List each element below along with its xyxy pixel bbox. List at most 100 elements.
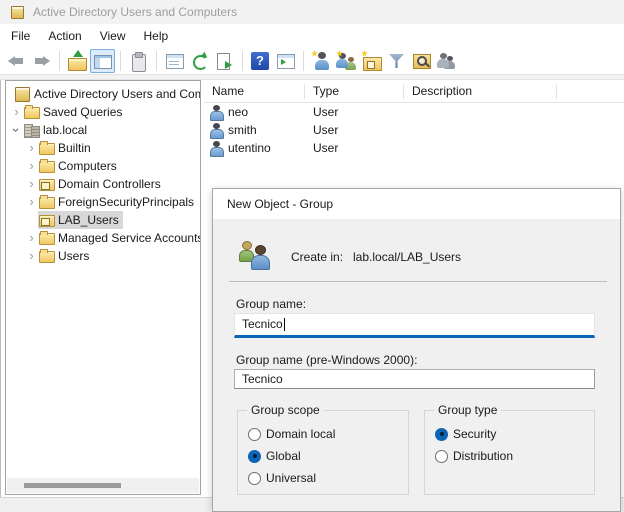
toolbar-button[interactable] xyxy=(212,49,237,73)
pre2000-name-label: Group name (pre-Windows 2000): xyxy=(236,353,417,367)
chevron-icon[interactable] xyxy=(25,230,38,246)
tree-item[interactable]: Active Directory Users and Computers xyxy=(6,85,200,103)
radio-icon[interactable] xyxy=(248,428,261,441)
radio-icon[interactable] xyxy=(435,450,448,463)
aduc-window: Active Directory Users and Computers Fil… xyxy=(0,0,624,512)
chevron-icon[interactable] xyxy=(25,140,38,156)
tree-item-label: Active Directory Users and Computers xyxy=(34,87,200,101)
tree-item-label: Managed Service Accounts xyxy=(58,231,200,245)
tree-item-label: Saved Queries xyxy=(43,105,122,119)
radio-icon[interactable] xyxy=(435,428,448,441)
chevron-icon[interactable] xyxy=(10,104,23,120)
toolbar-button[interactable] xyxy=(409,49,434,73)
group-type-option[interactable]: Distribution xyxy=(435,445,594,467)
window-title: Active Directory Users and Computers xyxy=(33,5,237,19)
group-scope-option[interactable]: Global xyxy=(248,445,408,467)
radio-label: Domain local xyxy=(266,427,335,441)
toolbar-button[interactable] xyxy=(248,49,273,73)
tree-item-icon xyxy=(24,123,39,137)
toolbar-button[interactable] xyxy=(65,49,90,73)
group-type-option[interactable]: Security xyxy=(435,423,594,445)
toolbar-button[interactable] xyxy=(309,49,334,73)
column-header[interactable]: Name xyxy=(204,80,305,103)
group-type-groupbox: Group type Security Distribution xyxy=(424,410,595,495)
menu-bar: File Action View Help xyxy=(0,24,624,48)
chevron-icon[interactable] xyxy=(25,194,38,210)
group-scope-option[interactable]: Universal xyxy=(248,467,408,489)
tree-item[interactable]: Domain Controllers xyxy=(6,175,200,193)
group-scope-option[interactable]: Domain local xyxy=(248,423,408,445)
menu-item[interactable]: Help xyxy=(135,24,178,48)
user-icon xyxy=(210,141,223,155)
radio-label: Security xyxy=(453,427,496,441)
menu-item[interactable]: File xyxy=(2,24,39,48)
toolbar-button[interactable] xyxy=(29,49,54,73)
tree-item[interactable]: Managed Service Accounts xyxy=(6,229,200,247)
console-tree-pane: Active Directory Users and Computers Sav… xyxy=(5,80,201,495)
tree-item[interactable]: Builtin xyxy=(6,139,200,157)
group-name-label: Group name: xyxy=(236,297,306,311)
tree-item-label: LAB_Users xyxy=(58,213,119,227)
object-type: User xyxy=(305,105,404,119)
dialog-separator xyxy=(229,281,607,282)
group-scope-legend: Group scope xyxy=(247,403,324,417)
toolbar-button[interactable] xyxy=(187,49,212,73)
object-type: User xyxy=(305,141,404,155)
list-item[interactable]: utentino User xyxy=(204,139,624,157)
toolbar-button[interactable] xyxy=(359,49,384,73)
group-type-legend: Group type xyxy=(434,403,501,417)
tree-item[interactable]: Saved Queries xyxy=(6,103,200,121)
toolbar-button[interactable] xyxy=(162,49,187,73)
tree-item-label: lab.local xyxy=(43,123,87,137)
pre2000-name-input[interactable]: Tecnico xyxy=(234,369,595,389)
radio-icon[interactable] xyxy=(248,472,261,485)
scrollbar-thumb[interactable] xyxy=(24,483,121,488)
tree-item[interactable]: LAB_Users xyxy=(6,211,200,229)
column-header[interactable]: Type xyxy=(305,80,404,103)
list-item[interactable]: neo User xyxy=(204,103,624,121)
dialog-title: New Object - Group xyxy=(227,197,333,211)
tree-item-icon xyxy=(24,105,39,119)
menu-item[interactable]: Action xyxy=(39,24,90,48)
radio-label: Global xyxy=(266,449,301,463)
dialog-title-bar[interactable]: New Object - Group xyxy=(213,189,620,219)
toolbar-button[interactable] xyxy=(434,49,459,73)
object-type: User xyxy=(305,123,404,137)
pre2000-name-value: Tecnico xyxy=(242,372,283,386)
create-in-row: Create in: lab.local/LAB_Users xyxy=(291,249,343,265)
list-item[interactable]: smith User xyxy=(204,121,624,139)
chevron-icon[interactable] xyxy=(25,158,38,174)
tree-item-label: Domain Controllers xyxy=(58,177,161,191)
title-bar[interactable]: Active Directory Users and Computers xyxy=(0,0,624,24)
toolbar-button[interactable] xyxy=(384,49,409,73)
menu-item[interactable]: View xyxy=(91,24,135,48)
group-name-value: Tecnico xyxy=(242,314,283,335)
tree-item-icon xyxy=(39,213,54,227)
chevron-icon[interactable] xyxy=(25,248,38,264)
text-caret xyxy=(284,318,285,331)
console-icon xyxy=(11,6,24,19)
chevron-icon[interactable] xyxy=(25,176,38,192)
user-icon xyxy=(210,123,223,137)
toolbar-button xyxy=(303,51,304,71)
group-name-input[interactable]: Tecnico xyxy=(234,313,595,338)
toolbar-button[interactable] xyxy=(273,49,298,73)
tree-item[interactable]: lab.local xyxy=(6,121,200,139)
toolbar-button[interactable] xyxy=(334,49,359,73)
tree-item-label: Users xyxy=(58,249,89,263)
tree-item[interactable]: Computers xyxy=(6,157,200,175)
toolbar-button[interactable] xyxy=(4,49,29,73)
column-header[interactable]: Description xyxy=(404,80,557,103)
tree-item[interactable]: Users xyxy=(6,247,200,265)
group-icon xyxy=(239,239,271,271)
tree-item-icon xyxy=(15,87,30,101)
tree-item-label: ForeignSecurityPrincipals xyxy=(58,195,194,209)
toolbar-button[interactable] xyxy=(90,49,115,73)
radio-icon[interactable] xyxy=(248,450,261,463)
chevron-icon[interactable] xyxy=(10,122,23,138)
group-scope-groupbox: Group scope Domain local Global Univ xyxy=(237,410,409,495)
horizontal-scrollbar[interactable] xyxy=(7,478,199,493)
toolbar-button[interactable] xyxy=(126,49,151,73)
tree-item-icon xyxy=(39,195,54,209)
tree-item[interactable]: ForeignSecurityPrincipals xyxy=(6,193,200,211)
